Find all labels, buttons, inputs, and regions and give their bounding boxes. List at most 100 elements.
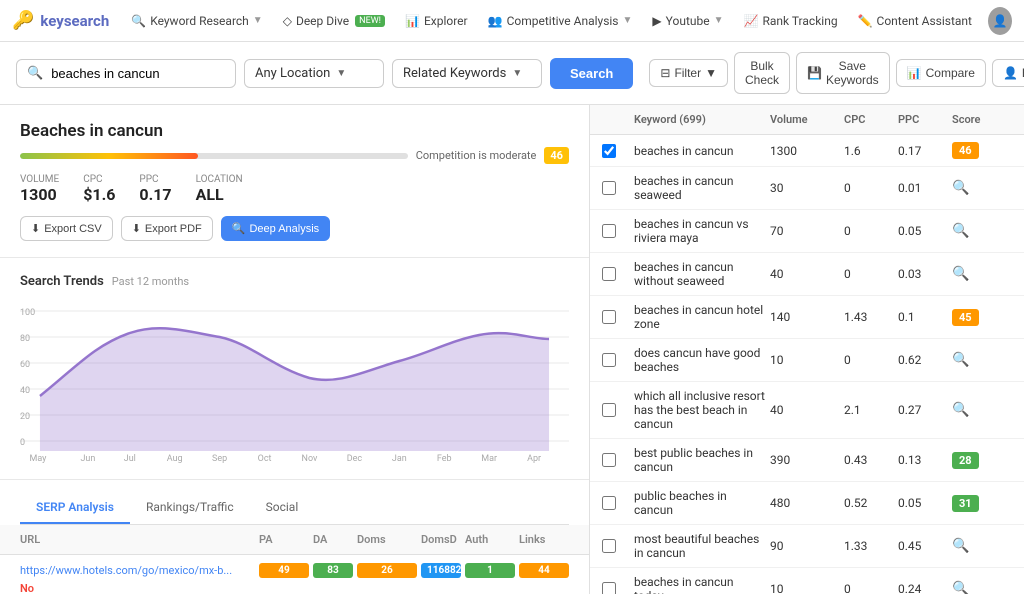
location-label: Any Location [255,66,330,81]
keyword-checkbox[interactable] [602,353,616,367]
keyword-input[interactable] [51,66,211,81]
keyword-checkbox[interactable] [602,582,616,594]
keyword-table-header: Keyword (699) Volume CPC PPC Score [590,105,1024,135]
keyword-checkbox[interactable] [602,310,616,324]
keyword-checkbox[interactable] [602,453,616,467]
deep-analysis-button[interactable]: 🔍 Deep Analysis [221,216,330,241]
keyword-score: 🔍 [952,180,1012,196]
keyword-score: 🔍 [952,402,1012,418]
location-label: Location [196,174,243,185]
location-dropdown[interactable]: Any Location ▼ [244,59,384,88]
col-ppc: PPC [898,113,948,126]
keyword-table-row: beaches in cancun without seaweed 40 0 0… [590,253,1024,296]
action-bar: ⊟ Filter ▼ Bulk Check 💾 Save Keywords 📊 … [649,52,1024,94]
nav-rank-tracking[interactable]: 📈 Rank Tracking [736,10,846,32]
keyword-ppc: 0.13 [898,453,948,467]
nav-explorer[interactable]: 📊 Explorer [397,10,476,32]
export-csv-button[interactable]: ⬇ Export CSV [20,216,113,241]
download-icon: ⬇ [31,222,40,235]
filter-arrow: ▼ [705,66,717,80]
score-search-icon[interactable]: 🔍 [952,581,969,594]
serp-table: URL PA DA Doms DomsD Auth Links https://… [0,525,589,594]
score-search-icon[interactable]: 🔍 [952,352,969,368]
col-keyword: Keyword (699) [634,113,766,126]
tab-rankings-traffic[interactable]: Rankings/Traffic [130,492,250,524]
score-search-icon[interactable]: 🔍 [952,266,969,282]
keyword-checkbox[interactable] [602,539,616,553]
score-search-icon[interactable]: 🔍 [952,402,969,418]
keyword-score: 🔍 [952,223,1012,239]
keyword-cpc: 2.1 [844,403,894,417]
keyword-score: 31 [952,495,1012,512]
nav-competitive-analysis[interactable]: 👥 Competitive Analysis ▼ [480,10,641,32]
export-button[interactable]: 👤 Export ▼ [992,59,1024,87]
keyword-volume: 10 [770,582,840,594]
keyword-score: 🔍 [952,538,1012,554]
keyword-score: 🔍 [952,352,1012,368]
bulk-check-button[interactable]: Bulk Check [734,52,790,94]
keyword-checkbox[interactable] [602,224,616,238]
nav-content-assistant[interactable]: ✏️ Content Assistant [850,10,980,32]
tab-social[interactable]: Social [250,492,315,524]
search-bar: 🔍 Any Location ▼ Related Keywords ▼ Sear… [0,42,1024,105]
location-metric: Location ALL [196,174,243,204]
keyword-input-wrapper[interactable]: 🔍 [16,59,236,88]
keyword-volume: 480 [770,496,840,510]
competition-bar: Competition is moderate 46 [20,147,569,164]
keyword-volume: 70 [770,224,840,238]
chevron-down-icon-2: ▼ [623,15,633,26]
svg-text:Jun: Jun [80,454,95,463]
chart-svg: 100 80 60 40 20 0 May Jun Jul Aug Sep [20,303,569,463]
tab-serp-analysis[interactable]: SERP Analysis [20,492,130,524]
keyword-table-row: most beautiful beaches in cancun 90 1.33… [590,525,1024,568]
svg-text:0: 0 [20,438,25,448]
nav-youtube[interactable]: ▶ Youtube ▼ [644,10,731,32]
keyword-volume: 30 [770,181,840,195]
search-trends: Search Trends Past 12 months 100 80 60 4… [0,258,589,480]
keyword-volume: 1300 [770,144,840,158]
search-button[interactable]: Search [550,58,633,89]
chevron-down-icon: ▼ [253,15,263,26]
keyword-checkbox[interactable] [602,144,616,158]
nav-deep-dive[interactable]: ◇ Deep Dive NEW! [275,10,393,32]
keyword-volume: 90 [770,539,840,553]
location-value: ALL [196,185,243,204]
user-avatar[interactable]: 👤 [988,7,1012,35]
competitive-icon: 👥 [488,14,503,28]
nav-keyword-research[interactable]: 🔍 Keyword Research ▼ [123,10,270,32]
youtube-icon: ▶ [652,14,661,28]
competition-text: Competition is moderate [416,149,537,162]
keyword-cpc: 0 [844,267,894,281]
trends-title: Search Trends [20,274,104,289]
keyword-checkbox[interactable] [602,496,616,510]
keyword-type-dropdown[interactable]: Related Keywords ▼ [392,59,542,88]
score-search-icon[interactable]: 🔍 [952,538,969,554]
filter-button[interactable]: ⊟ Filter ▼ [649,59,728,87]
col-score: Score [952,113,1012,126]
col-pa: PA [259,533,309,546]
score-badge: 46 [952,142,979,159]
keyword-ppc: 0.45 [898,539,948,553]
trends-chart: 100 80 60 40 20 0 May Jun Jul Aug Sep [20,303,569,463]
save-icon: 💾 [807,66,822,80]
keyword-checkbox[interactable] [602,403,616,417]
compare-icon: 📊 [907,66,922,80]
keyword-cpc: 1.43 [844,310,894,324]
keyword-score: 45 [952,309,1012,326]
score-search-icon[interactable]: 🔍 [952,180,969,196]
score-search-icon[interactable]: 🔍 [952,223,969,239]
serp-url-1[interactable]: https://www.hotels.com/go/mexico/mx-b... [20,564,255,577]
save-keywords-button[interactable]: 💾 Save Keywords [796,52,890,94]
url-badge-1: No [20,582,255,594]
keyword-checkbox[interactable] [602,267,616,281]
keyword-ppc: 0.27 [898,403,948,417]
chevron-down-icon-3: ▼ [714,15,724,26]
export-pdf-button[interactable]: ⬇ Export PDF [121,216,213,241]
keyword-ppc: 0.01 [898,181,948,195]
compare-button[interactable]: 📊 Compare [896,59,986,87]
competition-bar-fill [20,153,198,159]
logo-icon: 🔑 [12,10,34,31]
svg-text:Feb: Feb [437,454,452,463]
keyword-checkbox[interactable] [602,181,616,195]
logo[interactable]: 🔑 keysearch [12,10,109,31]
